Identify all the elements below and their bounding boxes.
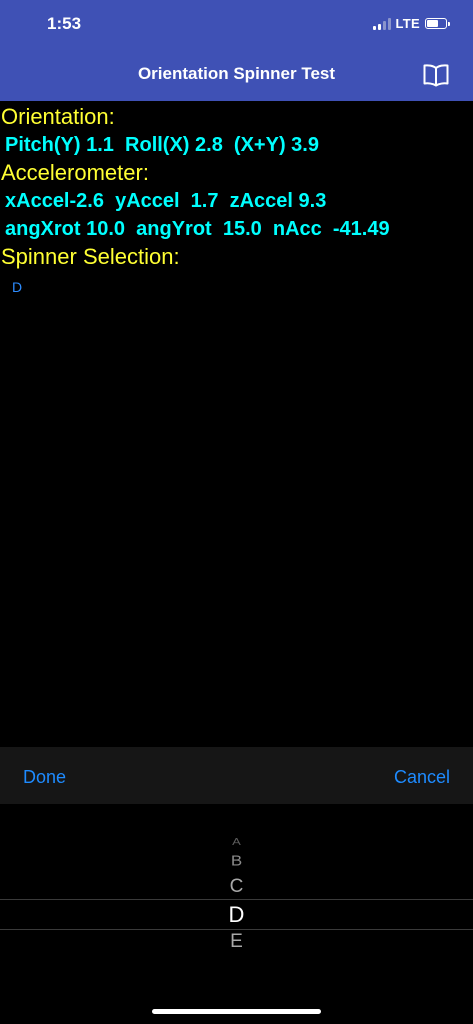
picker-item-b[interactable]: B [0,852,473,870]
status-time: 1:53 [47,14,82,33]
app-screen: 1:53 LTE Orientation Spinner Test Orient… [0,0,473,1024]
orientation-values: Pitch(Y) 1.1 Roll(X) 2.8 (X+Y) 3.9 [5,134,319,156]
nav-title: Orientation Spinner Test [137,64,336,83]
spinner-heading: Spinner Selection: [1,244,180,269]
book-icon[interactable] [423,63,449,87]
sensor-readouts: Orientation: Pitch(Y) 1.1 Roll(X) 2.8 (X… [0,103,473,295]
rotation-values: angXrot 10.0 angYrot 15.0 nAcc -41.49 [5,218,390,240]
picker-item-e[interactable]: E [0,931,473,953]
spinner-selection-value[interactable]: D [12,279,473,295]
picker-selection-top-line [0,899,473,900]
cancel-button[interactable]: Cancel [394,767,450,788]
status-indicators: LTE [372,16,450,31]
spinner-picker[interactable]: A B C D E [0,804,473,1024]
signal-icon [372,17,391,30]
accelerometer-values: xAccel-2.6 yAccel 1.7 zAccel 9.3 [5,190,327,212]
picker-toolbar: Done Cancel [0,747,473,804]
home-indicator[interactable] [152,1009,321,1014]
picker-item-d[interactable]: D [0,902,473,928]
picker-item-c[interactable]: C [0,876,473,898]
battery-icon [425,18,450,29]
done-button[interactable]: Done [23,767,66,788]
network-type: LTE [395,16,420,31]
app-header: 1:53 LTE Orientation Spinner Test [0,0,473,101]
orientation-heading: Orientation: [1,104,115,129]
picker-item-a[interactable]: A [0,836,473,847]
accelerometer-heading: Accelerometer: [1,160,149,185]
picker-selection-bottom-line [0,929,473,930]
